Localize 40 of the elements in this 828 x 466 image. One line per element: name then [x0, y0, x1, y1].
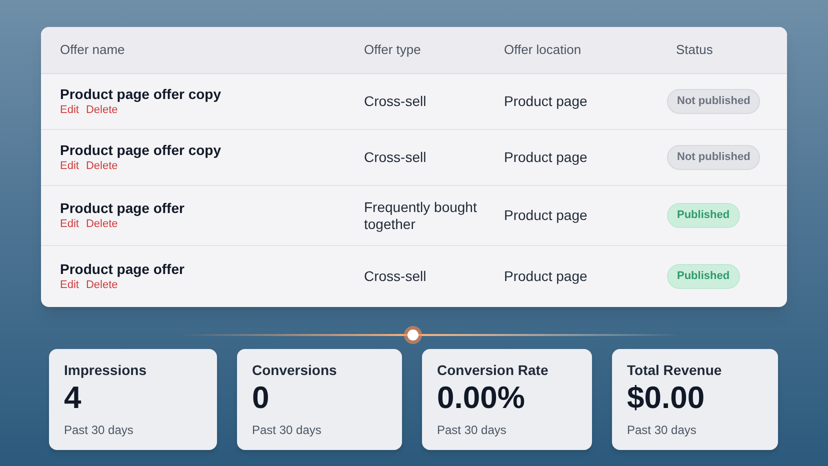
status-badge: Published [667, 203, 740, 228]
action-link[interactable]: Edit [60, 217, 79, 232]
offer-type: Cross-sell [364, 93, 426, 109]
stat-title: Total Revenue [627, 361, 723, 379]
stat-value: $0.00 [627, 379, 706, 417]
offer-type: Cross-sell [364, 149, 426, 165]
stat-title: Impressions [64, 361, 148, 379]
column-header: Offer location [504, 41, 582, 60]
status-badge: Not published [667, 89, 760, 114]
stat-caption: Past 30 days [252, 422, 322, 439]
stat-value: 0 [252, 379, 270, 417]
offer-location: Product page [504, 149, 588, 165]
action-link[interactable]: Delete [86, 103, 118, 118]
action-link[interactable]: Delete [86, 217, 118, 232]
status-badge: Not published [667, 145, 760, 170]
action-link[interactable]: Edit [60, 103, 79, 118]
action-link[interactable]: Delete [86, 278, 118, 293]
stat-caption: Past 30 days [64, 422, 134, 439]
stat-title: Conversions [252, 361, 338, 379]
action-link[interactable]: Edit [60, 159, 79, 174]
action-link[interactable]: Delete [86, 159, 118, 174]
stat-caption: Past 30 days [437, 422, 508, 439]
offer-location: Product page [504, 93, 588, 109]
offer-type: Cross-sell [364, 268, 426, 284]
column-header: Offer name [59, 41, 126, 60]
stat-value: 0.00% [437, 379, 526, 417]
column-header: Offer type [364, 41, 422, 60]
stat-value: 4 [64, 379, 82, 417]
offer-location: Product page [504, 268, 588, 284]
action-link[interactable]: Edit [60, 278, 79, 293]
column-header: Status [675, 41, 713, 60]
status-badge: Published [667, 264, 740, 289]
stat-title: Conversion Rate [437, 361, 550, 379]
offer-name: Product page offer [60, 199, 186, 217]
offer-name: Product page offer copy [60, 141, 222, 159]
offer-type: Frequently bought together [364, 198, 477, 232]
offer-name: Product page offer copy [60, 85, 222, 103]
offer-name: Product page offer [60, 260, 186, 278]
offer-location: Product page [504, 207, 588, 223]
stat-caption: Past 30 days [627, 422, 698, 439]
